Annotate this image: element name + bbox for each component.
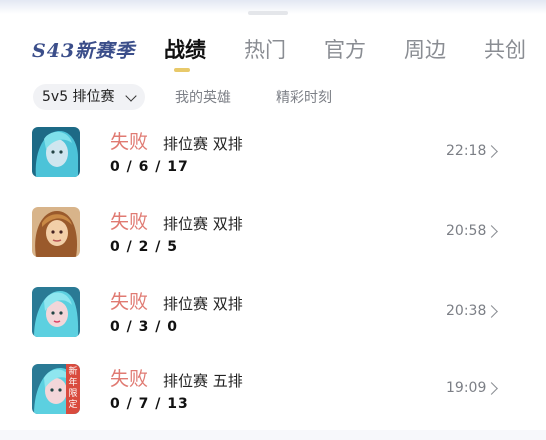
tab-hot[interactable]: 热门 bbox=[244, 34, 286, 64]
match-row[interactable]: 失败 排位赛 双排 0 / 2 / 5 20:58 bbox=[0, 207, 546, 283]
hero-portrait-icon bbox=[32, 207, 80, 257]
match-time: 22:18 bbox=[446, 143, 487, 159]
match-mode: 排位赛 双排 bbox=[163, 295, 243, 313]
filter-bar: 5v5 排位赛 我的英雄 精彩时刻 bbox=[0, 84, 546, 110]
hero-portrait-icon bbox=[32, 287, 80, 337]
match-result: 失败 bbox=[110, 368, 149, 390]
match-result: 失败 bbox=[110, 291, 149, 313]
mode-select[interactable]: 5v5 排位赛 bbox=[33, 84, 145, 110]
drag-handle[interactable] bbox=[248, 11, 288, 15]
tab-cocreate[interactable]: 共创 bbox=[484, 34, 526, 64]
match-kda: 0 / 7 / 13 bbox=[110, 396, 189, 412]
match-time: 20:58 bbox=[446, 223, 487, 239]
match-time: 19:09 bbox=[446, 380, 487, 396]
chevron-right-icon[interactable] bbox=[485, 382, 498, 395]
match-time: 20:38 bbox=[446, 303, 487, 319]
hero-avatar bbox=[32, 127, 80, 177]
tab-official[interactable]: 官方 bbox=[324, 34, 366, 64]
chevron-right-icon[interactable] bbox=[485, 145, 498, 158]
chevron-down-icon bbox=[125, 90, 137, 102]
season-logo[interactable]: S43新赛季 bbox=[32, 36, 135, 63]
tab-record[interactable]: 战绩 bbox=[164, 34, 206, 64]
limited-badge: 新年限定 bbox=[66, 364, 80, 414]
match-mode: 排位赛 双排 bbox=[163, 135, 243, 153]
hero-avatar: 新年限定 bbox=[32, 364, 80, 414]
match-row[interactable]: 失败 排位赛 双排 0 / 6 / 17 22:18 bbox=[0, 127, 546, 203]
active-tab-indicator bbox=[174, 68, 190, 72]
match-kda: 0 / 3 / 0 bbox=[110, 319, 178, 335]
match-mode: 排位赛 双排 bbox=[163, 215, 243, 233]
hero-portrait-icon bbox=[32, 127, 80, 177]
match-result: 失败 bbox=[110, 131, 149, 153]
match-kda: 0 / 2 / 5 bbox=[110, 239, 178, 255]
app-screen: S43新赛季 战绩 热门 官方 周边 共创 5v5 排位赛 我的英雄 精彩时刻 … bbox=[0, 0, 546, 430]
filter-my-heroes[interactable]: 我的英雄 bbox=[175, 87, 231, 107]
match-mode: 排位赛 五排 bbox=[163, 372, 243, 390]
mode-select-label: 5v5 排位赛 bbox=[42, 89, 115, 105]
tab-merch[interactable]: 周边 bbox=[404, 34, 446, 64]
tab-bar: S43新赛季 战绩 热门 官方 周边 共创 bbox=[0, 28, 546, 76]
match-kda: 0 / 6 / 17 bbox=[110, 159, 189, 175]
hero-avatar bbox=[32, 207, 80, 257]
filter-highlights[interactable]: 精彩时刻 bbox=[276, 87, 332, 107]
hero-avatar bbox=[32, 287, 80, 337]
match-result: 失败 bbox=[110, 211, 149, 233]
match-row[interactable]: 新年限定 失败 排位赛 五排 0 / 7 / 13 19:09 bbox=[0, 364, 546, 440]
chevron-right-icon[interactable] bbox=[485, 305, 498, 318]
chevron-right-icon[interactable] bbox=[485, 225, 498, 238]
match-row[interactable]: 失败 排位赛 双排 0 / 3 / 0 20:38 bbox=[0, 287, 546, 363]
